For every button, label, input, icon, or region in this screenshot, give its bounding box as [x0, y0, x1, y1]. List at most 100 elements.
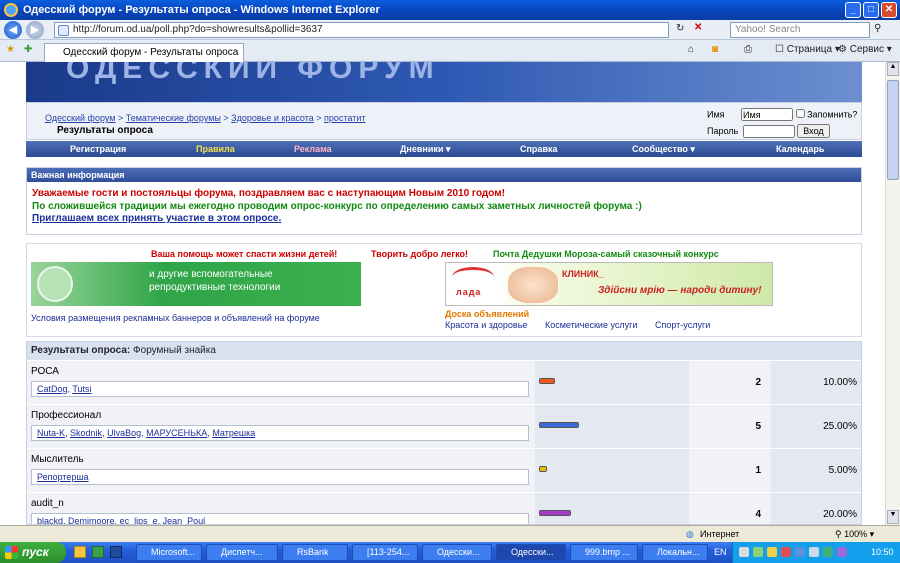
name-label: Имя	[707, 109, 725, 120]
ad-conditions-link[interactable]: Условия размещения рекламных баннеров и …	[31, 313, 320, 323]
url-field[interactable]: http://forum.od.ua/poll.php?do=showresul…	[54, 22, 669, 38]
nav-help[interactable]: Справка	[520, 144, 557, 154]
quicklaunch-app-icon[interactable]	[92, 546, 104, 558]
breadcrumb-item[interactable]: Тематические форумы	[126, 113, 221, 123]
nav-ads[interactable]: Реклама	[294, 144, 332, 154]
password-field[interactable]	[742, 124, 795, 138]
poll-option-label: audit_n	[31, 498, 64, 509]
search-icon[interactable]: ⚲	[874, 23, 881, 34]
breadcrumb-item[interactable]: Здоровье и красота	[231, 113, 314, 123]
tray-icon[interactable]	[739, 547, 749, 557]
clinic-slogan: Здійсни мрію — народи дитину!	[598, 285, 762, 296]
login-form: Имя Запомнить? Пароль Вход	[707, 108, 857, 138]
forward-button[interactable]: ▶	[26, 21, 44, 39]
board-link-beauty[interactable]: Красота и здоровье	[445, 320, 527, 330]
voter-link[interactable]: UlvaBog	[107, 428, 141, 438]
taskbar-button-active[interactable]: Одесски...	[496, 544, 566, 561]
board-link-cosmetic[interactable]: Косметические услуги	[545, 320, 637, 330]
breadcrumb-item[interactable]: простатит	[324, 113, 365, 123]
voter-link[interactable]: Jean_Poul	[163, 516, 206, 524]
quicklaunch-folder-icon[interactable]	[74, 546, 86, 558]
scroll-thumb[interactable]	[887, 80, 899, 180]
tray-icon[interactable]	[795, 547, 805, 557]
voter-link[interactable]: Nuta-K	[37, 428, 65, 438]
taskbar-button[interactable]: Microsoft...	[136, 544, 202, 561]
tray-icon[interactable]	[809, 547, 819, 557]
remember-checkbox[interactable]	[795, 108, 805, 118]
vertical-scrollbar[interactable]: ▲ ▼	[885, 62, 900, 525]
taskbar-button[interactable]: RsBank	[282, 544, 348, 561]
favorites-star-icon[interactable]: ★	[6, 44, 15, 55]
taskbar-button[interactable]: Одесски...	[422, 544, 492, 561]
poll-percent-cell: 10.00%	[771, 361, 861, 405]
taskbar-button[interactable]: Диспетч...	[206, 544, 278, 561]
nav-calendar[interactable]: Календарь	[776, 144, 824, 154]
minimize-button[interactable]: _	[845, 2, 861, 18]
nav-diaries[interactable]: Дневники ▾	[400, 144, 450, 155]
scroll-up-icon[interactable]: ▲	[887, 62, 899, 76]
back-button[interactable]: ◀	[4, 21, 22, 39]
nav-rules[interactable]: Правила	[196, 144, 235, 154]
poll-bar-cell	[535, 493, 689, 524]
ad-banner-reproductive[interactable]: и другие вспомогательные репродуктивные …	[31, 262, 361, 306]
voter-link[interactable]: ec_lips_e	[120, 516, 158, 524]
taskbar-button[interactable]: 999.bmp ...	[570, 544, 638, 561]
poll-votes-cell: 4	[689, 493, 771, 524]
voter-link[interactable]: CatDog	[37, 384, 68, 394]
poll-bar	[539, 466, 547, 472]
login-button[interactable]: Вход	[797, 124, 830, 138]
taskbar-button[interactable]: [113-254...	[352, 544, 418, 561]
voter-link[interactable]: Репортерша	[37, 472, 89, 482]
forum-banner: ОДЕССКИЙ ФОРУМ	[26, 62, 862, 102]
quicklaunch-desktop-icon[interactable]	[110, 546, 122, 558]
poll-bar-cell	[535, 361, 689, 405]
page-menu[interactable]: ☐ Страница ▾	[775, 44, 840, 55]
zoom-control[interactable]: ⚲ 100% ▾	[835, 529, 874, 540]
tray-icon[interactable]	[837, 547, 847, 557]
scroll-down-icon[interactable]: ▼	[887, 510, 899, 524]
board-link-sport[interactable]: Спорт-услуги	[655, 320, 710, 330]
stop-icon[interactable]: ✕	[694, 22, 702, 33]
voter-link[interactable]: Demimoore	[68, 516, 115, 524]
home-icon[interactable]: ⌂	[688, 44, 694, 55]
breadcrumb-item[interactable]: Одесский форум	[45, 113, 115, 123]
username-field[interactable]	[741, 108, 794, 121]
poll-votes: 4	[755, 509, 761, 520]
tools-menu[interactable]: ⚙ Сервис ▾	[838, 44, 892, 55]
start-button[interactable]: пуск	[0, 542, 66, 563]
windows-logo-icon	[5, 546, 18, 559]
poll-votes-cell: 2	[689, 361, 771, 405]
poll-votes-cell: 5	[689, 405, 771, 449]
voter-link[interactable]: Матрешка	[212, 428, 255, 438]
ad-headline-1[interactable]: Ваша помощь может спасти жизни детей!	[151, 249, 337, 259]
board-title[interactable]: Доска объявлений	[445, 309, 529, 319]
print-icon[interactable]: ⎙	[744, 44, 752, 55]
poll-row: audit_n blackd, Demimoore, ec_lips_e, Jea…	[27, 492, 861, 524]
tray-icon[interactable]	[781, 547, 791, 557]
tray-icon[interactable]	[767, 547, 777, 557]
search-input[interactable]: Yahoo! Search	[730, 22, 870, 38]
taskbar-button[interactable]: Локальн...	[642, 544, 708, 561]
nav-register[interactable]: Регистрация	[70, 144, 126, 154]
voter-link[interactable]: Tutsi	[72, 384, 91, 394]
ad-headline-2[interactable]: Творить добро легко!	[371, 249, 468, 259]
close-button[interactable]: ✕	[881, 2, 897, 18]
poll-bar	[539, 378, 555, 384]
poll-percent-cell: 20.00%	[771, 493, 861, 524]
tray-icon[interactable]	[823, 547, 833, 557]
ad-banner-clinic[interactable]: лада КЛИНИК_ Здійсни мрію — народи дитин…	[445, 262, 773, 306]
voter-link[interactable]: Skodnik	[70, 428, 102, 438]
ad-headline-3[interactable]: Почта Дедушки Мороза-самый сказочный кон…	[493, 249, 719, 259]
tab-current[interactable]: Одесский форум - Результаты опроса	[44, 43, 244, 62]
rss-icon[interactable]: ◙	[712, 44, 718, 55]
notice-invite-link[interactable]: Приглашаем всех принять участие в этом о…	[32, 213, 281, 224]
voter-link[interactable]: blackd	[37, 516, 63, 524]
language-indicator[interactable]: EN	[714, 547, 727, 557]
add-favorite-icon[interactable]: ✚	[24, 44, 32, 55]
maximize-button[interactable]: □	[863, 2, 879, 18]
voter-link[interactable]: МАРУСЕНЬКА	[146, 428, 207, 438]
tray-icon[interactable]	[753, 547, 763, 557]
status-bar: ◍ Интернет ⚲ 100% ▾	[0, 525, 900, 542]
refresh-icon[interactable]: ↻	[676, 23, 684, 34]
nav-community[interactable]: Сообщество ▾	[632, 144, 695, 155]
